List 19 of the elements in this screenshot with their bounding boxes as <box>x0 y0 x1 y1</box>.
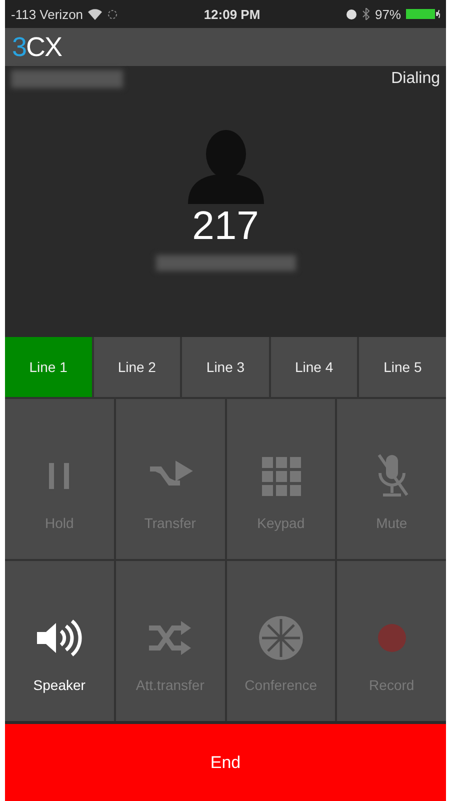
line-tab[interactable]: Line 1 <box>5 337 92 397</box>
alarm-icon <box>346 8 357 20</box>
clock-time: 12:09 PM <box>204 6 260 22</box>
dialed-number: 217 <box>192 204 259 249</box>
end-call-button[interactable]: End <box>5 724 446 801</box>
call-status: Dialing <box>391 70 440 88</box>
speaker-button[interactable]: Speaker <box>5 561 114 721</box>
app-logo: 3CX <box>12 32 62 62</box>
bluetooth-icon <box>362 8 370 20</box>
battery-icon <box>406 8 440 20</box>
line-tab[interactable]: Line 5 <box>359 337 446 397</box>
line-tab[interactable]: Line 4 <box>270 337 358 397</box>
battery-percent: 97% <box>374 6 401 22</box>
line-tab[interactable]: Line 2 <box>94 337 180 397</box>
activity-icon <box>107 8 118 20</box>
line-tab[interactable]: Line 3 <box>182 337 269 397</box>
carrier-signal: -113 Verizon <box>11 6 84 22</box>
wifi-icon <box>88 8 102 20</box>
person-silhouette-icon <box>186 128 266 204</box>
